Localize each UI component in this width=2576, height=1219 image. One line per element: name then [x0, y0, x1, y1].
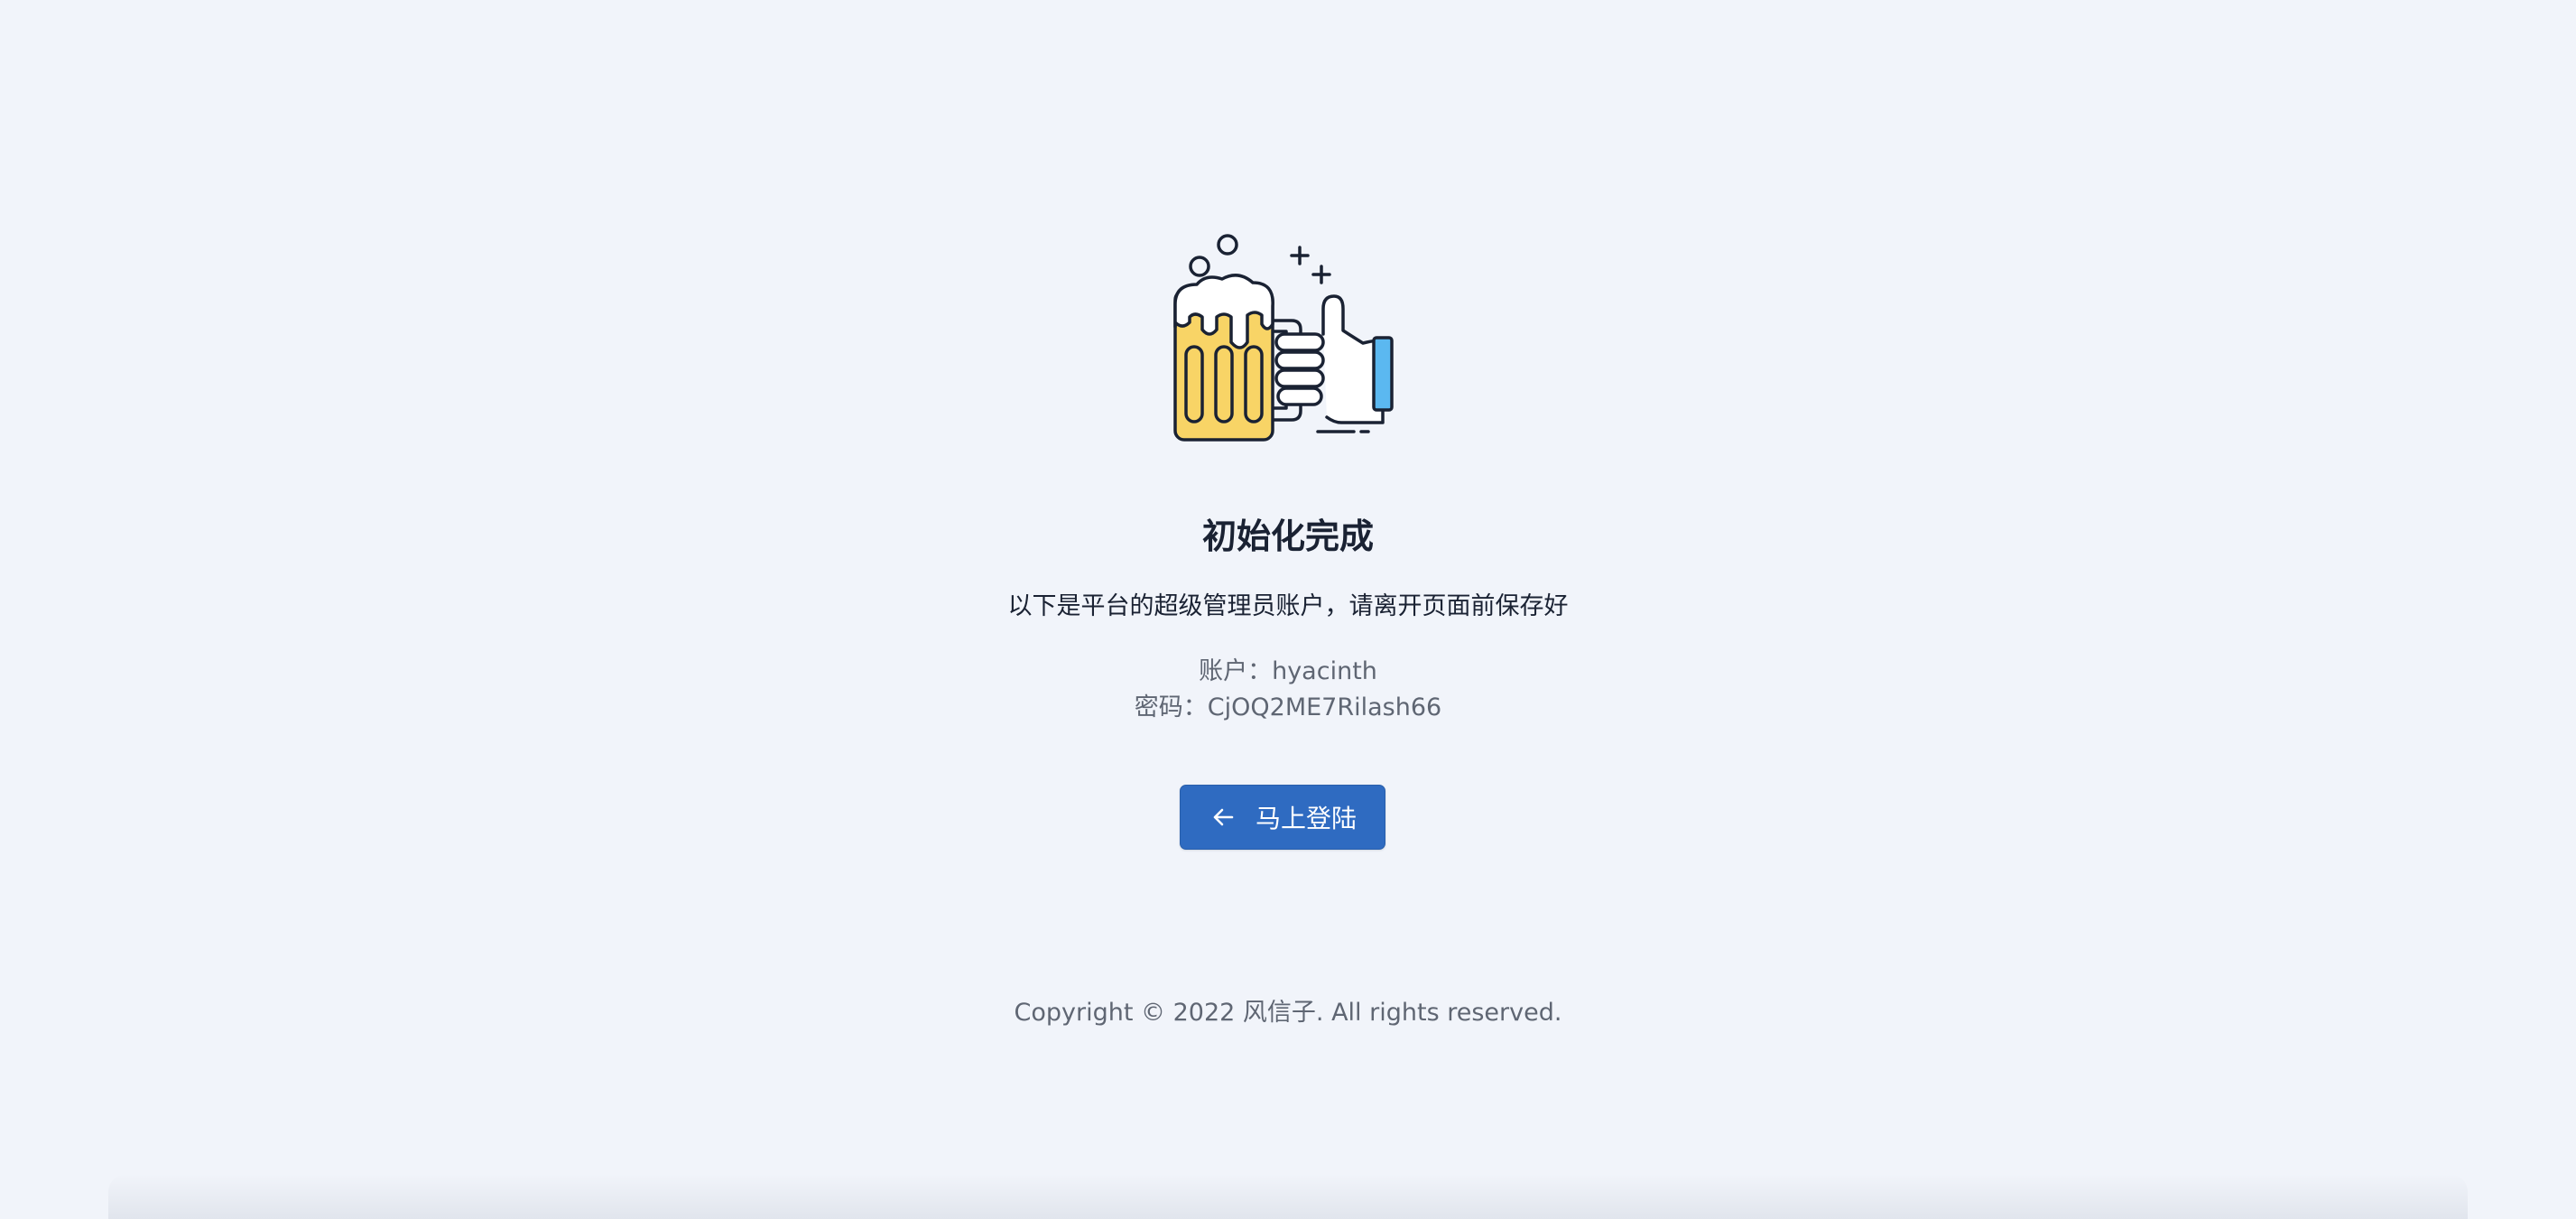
page-subtitle: 以下是平台的超级管理员账户，请离开页面前保存好 — [1007, 592, 1569, 620]
credentials-block: 账户：hyacinth 密码：CjOQ2ME7Rilash66 — [0, 654, 2576, 726]
footer-copyright: Copyright © 2022 风信子. All rights reserve… — [1014, 999, 1562, 1027]
beer-thumbs-up-illustration — [1173, 234, 1394, 442]
bottom-panel-edge — [108, 1174, 2468, 1219]
account-label: 账户： — [1199, 657, 1273, 685]
password-value: CjOQ2ME7Rilash66 — [1207, 693, 1442, 721]
account-row: 账户：hyacinth — [0, 654, 2576, 690]
page-title: 初始化完成 — [1201, 516, 1374, 556]
password-label: 密码： — [1134, 693, 1208, 721]
init-complete-page: 初始化完成 以下是平台的超级管理员账户，请离开页面前保存好 账户：hyacint… — [0, 0, 2576, 1219]
password-row: 密码：CjOQ2ME7Rilash66 — [0, 690, 2576, 726]
arrow-left-icon — [1209, 803, 1237, 832]
login-now-label: 马上登陆 — [1255, 804, 1357, 833]
account-value: hyacinth — [1272, 657, 1377, 685]
login-now-button[interactable]: 马上登陆 — [1180, 785, 1385, 850]
